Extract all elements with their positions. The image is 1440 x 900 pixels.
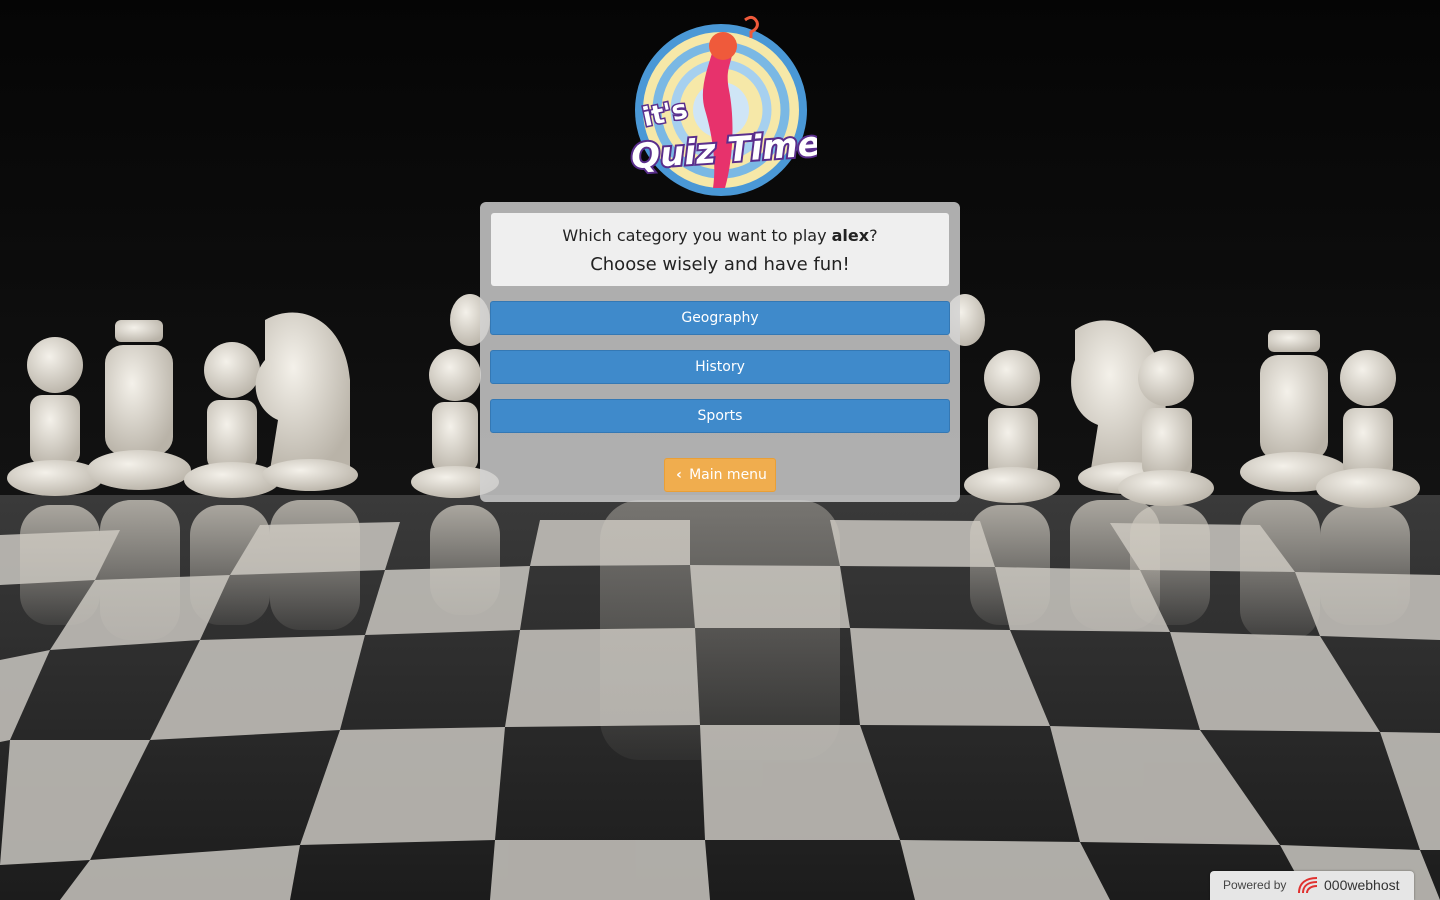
question-text: Which category you want to play — [562, 226, 832, 245]
player-name: alex — [831, 226, 870, 245]
category-button-sports[interactable]: Sports — [490, 399, 950, 433]
question-mark: ? — [869, 226, 878, 245]
category-button-history[interactable]: History — [490, 350, 950, 384]
category-question: Which category you want to play alex? — [491, 225, 949, 247]
quiz-time-logo: it's Quiz Time — [628, 15, 817, 196]
prompt-subtitle: Choose wisely and have fun! — [590, 254, 850, 275]
prompt-box: Which category you want to play alex? Ch… — [491, 213, 949, 286]
category-panel: Which category you want to play alex? Ch… — [480, 202, 960, 502]
webhost-brand: 000webhost — [1324, 877, 1400, 893]
category-button-geography[interactable]: Geography — [490, 301, 950, 335]
main-menu-button[interactable]: ‹ Main menu — [664, 458, 776, 492]
webhost-logo-icon — [1298, 877, 1318, 894]
powered-by-badge[interactable]: Powered by 000webhost — [1210, 871, 1414, 900]
chevron-left-icon: ‹ — [676, 467, 682, 483]
main-menu-label: Main menu — [689, 467, 767, 483]
powered-by-label: Powered by — [1223, 878, 1287, 892]
